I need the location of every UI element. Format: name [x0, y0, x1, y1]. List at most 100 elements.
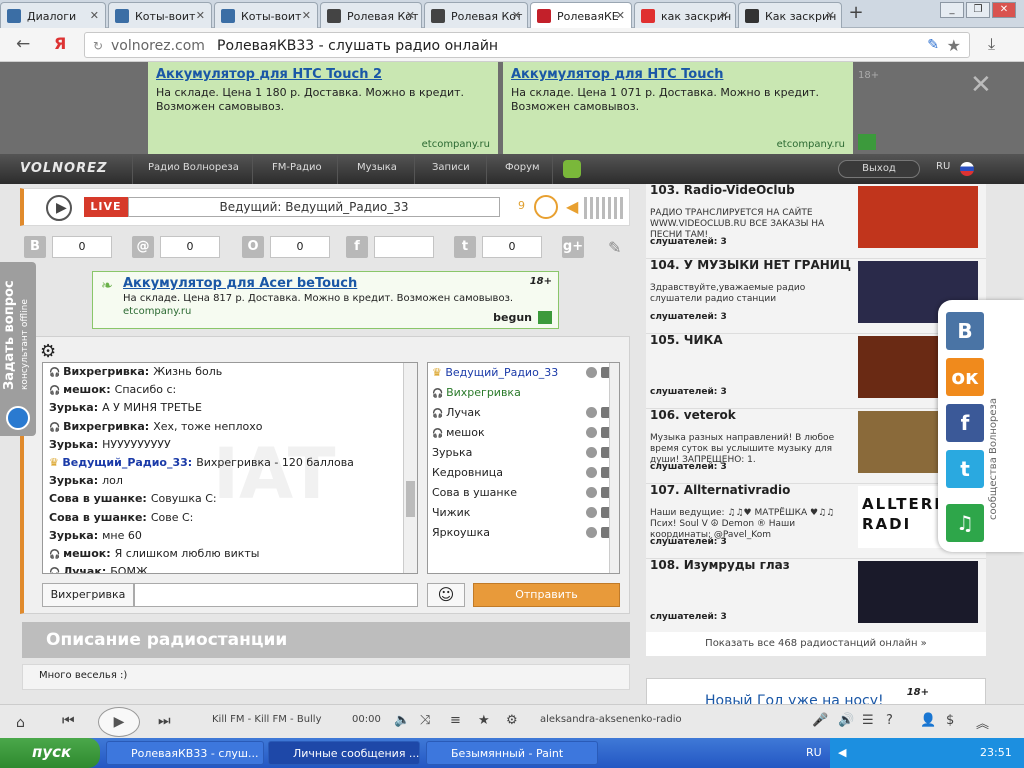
- user-name[interactable]: Вихрегривка: [446, 386, 521, 399]
- chat-user[interactable]: Чижик: [428, 503, 619, 523]
- user-name[interactable]: Сова в ушанке: [432, 486, 517, 499]
- previous-icon[interactable]: ⏮: [62, 713, 75, 729]
- chat-nick[interactable]: Сова в ушанке:: [49, 492, 147, 505]
- maximize-button[interactable]: ❐: [966, 2, 990, 18]
- chat-user[interactable]: 🎧 Вихрегривка: [428, 383, 619, 403]
- close-tab-icon[interactable]: ✕: [90, 9, 99, 22]
- chat-user[interactable]: 🎧 мешок: [428, 423, 619, 443]
- nav-item-music[interactable]: Музыка: [357, 162, 397, 173]
- user-icon[interactable]: 👤: [920, 713, 936, 728]
- close-tab-icon[interactable]: ✕: [512, 9, 521, 22]
- speaker-icon[interactable]: 🔊: [838, 713, 854, 728]
- ad-source[interactable]: etcompany.ru: [123, 306, 550, 317]
- collapse-icon[interactable]: ︽: [976, 713, 989, 732]
- chat-nick[interactable]: Сова в ушанке:: [49, 511, 147, 524]
- browser-tab[interactable]: как заскрин ✕: [634, 2, 736, 28]
- refresh-icon[interactable]: ↻: [93, 39, 103, 53]
- chat-bubble-icon[interactable]: [6, 406, 30, 430]
- pen-icon[interactable]: ✎: [927, 37, 939, 53]
- next-icon[interactable]: ⏭: [158, 713, 171, 729]
- taskbar-item-paint[interactable]: Безымянный - Paint: [426, 741, 598, 765]
- chat-messages[interactable]: IAT 🎧 Вихрегривка: Жизнь боль 🎧 мешок: Спас…: [42, 362, 418, 574]
- chat-user-list[interactable]: ♛ Ведущий_Радио_33 🎧 Вихрегривка 🎧 Лучак 🎧 …: [427, 362, 620, 574]
- station-image[interactable]: [858, 186, 978, 248]
- start-button[interactable]: пуск: [0, 738, 100, 768]
- android-icon[interactable]: [563, 160, 581, 178]
- clock[interactable]: 23:51: [980, 746, 1012, 759]
- chat-nick[interactable]: мешок:: [63, 547, 111, 560]
- call-icon[interactable]: [586, 487, 597, 498]
- ad-source[interactable]: etcompany.ru: [777, 139, 845, 150]
- logout-button[interactable]: Выход: [838, 160, 920, 178]
- odnoklassniki-icon[interactable]: ок: [946, 358, 984, 396]
- chat-nick[interactable]: Лучак:: [63, 565, 106, 573]
- microphone-icon[interactable]: 🎤: [812, 713, 828, 728]
- chat-message-input[interactable]: [134, 583, 418, 607]
- mail-icon[interactable]: @: [132, 236, 154, 258]
- user-name[interactable]: Зурька: [432, 446, 472, 459]
- user-name[interactable]: мешок: [446, 426, 485, 439]
- google-plus-icon[interactable]: g+: [562, 236, 584, 258]
- browser-tab[interactable]: Диалоги ✕: [0, 2, 106, 28]
- taskbar-item-browser[interactable]: РолеваяКВ33 - слуш...: [106, 741, 264, 765]
- browser-tab[interactable]: Коты-воит ✕: [214, 2, 318, 28]
- bottom-ad[interactable]: Новый Год уже на носу! 18+: [646, 678, 986, 706]
- listeners-icon[interactable]: [534, 195, 558, 219]
- call-icon[interactable]: [586, 507, 597, 518]
- chat-user[interactable]: Зурька: [428, 443, 619, 463]
- chat-scrollbar[interactable]: [403, 363, 417, 573]
- call-icon[interactable]: [586, 527, 597, 538]
- facebook-icon[interactable]: f: [346, 236, 368, 258]
- station-item[interactable]: 107. Allternativradio Наши ведущие: ♫♫♥ М…: [646, 484, 986, 559]
- help-icon[interactable]: ?: [886, 713, 893, 728]
- language-selector[interactable]: RU: [936, 161, 950, 172]
- chat-user[interactable]: 🎧 Лучак: [428, 403, 619, 423]
- ad-brand[interactable]: begun: [493, 311, 532, 324]
- vk-icon[interactable]: В: [946, 312, 984, 350]
- chat-nick[interactable]: Ведущий_Радио_33:: [62, 456, 192, 469]
- chat-nick[interactable]: Вихрегривка:: [63, 420, 149, 433]
- call-icon[interactable]: [586, 427, 597, 438]
- browser-tab[interactable]: Ролевая Кот ✕: [424, 2, 528, 28]
- taskbar-item-messages[interactable]: Личные сообщения ...: [268, 741, 420, 765]
- browser-tab[interactable]: Как заскрин ✕: [738, 2, 842, 28]
- close-tab-icon[interactable]: ✕: [616, 9, 625, 22]
- close-window-button[interactable]: ✕: [992, 2, 1016, 18]
- feedback-tab[interactable]: Задать вопрос консультант offline: [0, 262, 36, 436]
- odnoklassniki-icon[interactable]: О: [242, 236, 264, 258]
- mid-ad[interactable]: ❧ Аккумулятор для Acer beTouch На складе…: [92, 271, 559, 329]
- download-icon[interactable]: ⤓: [988, 34, 995, 54]
- new-tab-button[interactable]: +: [846, 4, 866, 24]
- site-logo[interactable]: VOLNOREZ: [20, 161, 107, 176]
- user-name[interactable]: Чижик: [432, 506, 470, 519]
- top-ad-2[interactable]: Аккумулятор для HTC Touch На складе. Цен…: [503, 62, 853, 154]
- station-title[interactable]: 104. У МУЗЫКИ НЕТ ГРАНИЦ: [650, 259, 855, 271]
- money-icon[interactable]: $: [946, 713, 954, 728]
- nav-item-fm[interactable]: FM-Радио: [272, 162, 322, 173]
- chat-nick[interactable]: Вихрегривка:: [63, 365, 149, 378]
- station-title[interactable]: 107. Allternativradio: [650, 484, 855, 496]
- play-button[interactable]: ▶: [46, 195, 72, 221]
- russia-flag-icon[interactable]: [960, 162, 974, 176]
- browser-tab[interactable]: Ролевая Кот ✕: [320, 2, 422, 28]
- station-item[interactable]: 104. У МУЗЫКИ НЕТ ГРАНИЦ Здравствуйте,ува…: [646, 259, 986, 334]
- station-item[interactable]: 108. Изумруды глаз слушателей: 3: [646, 559, 986, 634]
- browser-tab[interactable]: Коты-воит ✕: [108, 2, 212, 28]
- vk-icon[interactable]: В: [24, 236, 46, 258]
- nav-item-radio[interactable]: Радио Волнореза: [148, 162, 239, 173]
- top-ad-1[interactable]: Аккумулятор для HTC Touch 2 На складе. Ц…: [148, 62, 498, 154]
- call-icon[interactable]: [586, 447, 597, 458]
- nav-item-forum[interactable]: Форум: [505, 162, 540, 173]
- tray-expand-icon[interactable]: ◀: [838, 746, 846, 759]
- back-button[interactable]: ←: [16, 34, 30, 54]
- close-icon[interactable]: ✕: [970, 70, 992, 100]
- send-button[interactable]: Отправить: [473, 583, 620, 607]
- user-name[interactable]: Лучак: [446, 406, 481, 419]
- chat-user[interactable]: Кедровница: [428, 463, 619, 483]
- close-tab-icon[interactable]: ✕: [302, 9, 311, 22]
- call-icon[interactable]: [586, 407, 597, 418]
- close-tab-icon[interactable]: ✕: [720, 9, 729, 22]
- edit-icon[interactable]: ✎: [608, 238, 621, 257]
- ad-title[interactable]: Аккумулятор для HTC Touch 2: [156, 67, 490, 82]
- ad-source[interactable]: etcompany.ru: [422, 139, 490, 150]
